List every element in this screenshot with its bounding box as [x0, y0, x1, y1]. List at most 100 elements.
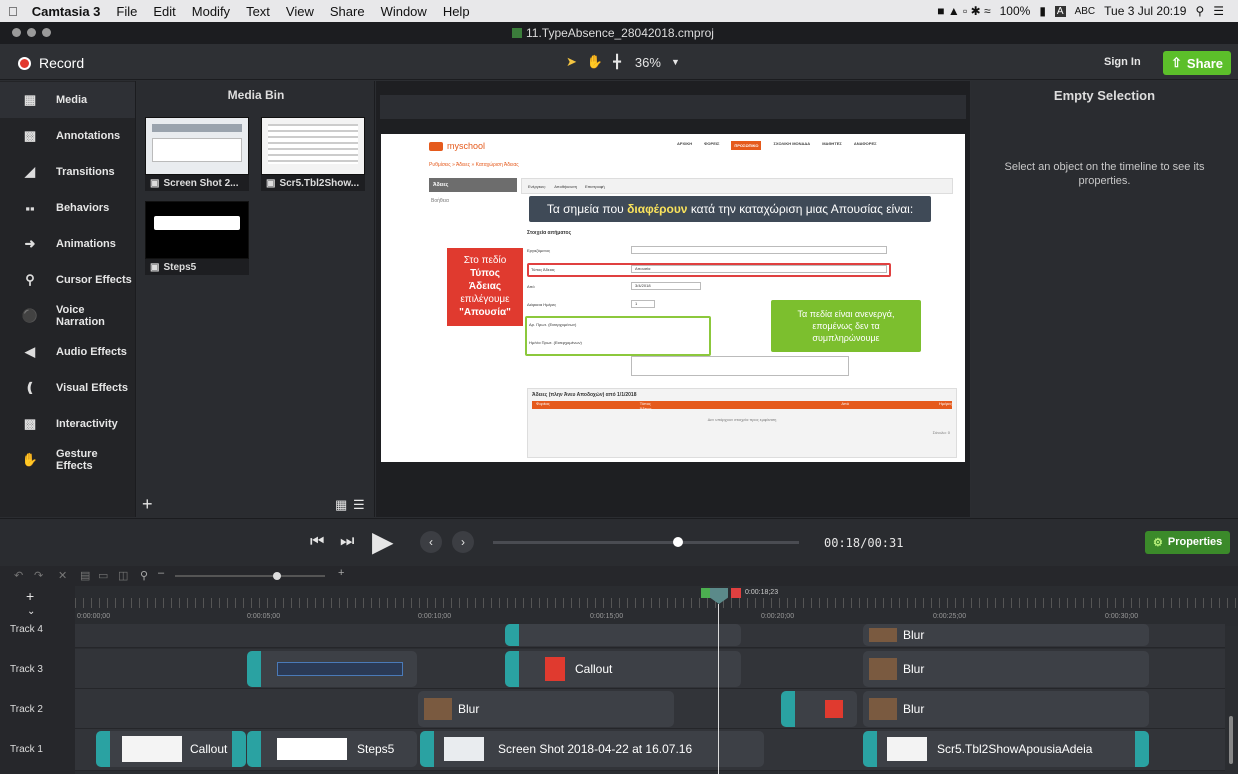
battery-percent[interactable]: 100%	[1000, 4, 1031, 18]
clip-blur[interactable]: Blur	[863, 651, 1149, 687]
clip-handle[interactable]	[420, 731, 434, 767]
clip-blur[interactable]: Blur	[418, 691, 674, 727]
media-thumbnail[interactable]	[145, 117, 249, 175]
menu-modify[interactable]: Modify	[184, 4, 238, 19]
in-point-marker[interactable]	[701, 588, 711, 598]
clip-callout[interactable]	[781, 691, 857, 727]
menu-text[interactable]: Text	[238, 4, 278, 19]
track-2[interactable]: Blur Blur	[75, 689, 1225, 729]
clip[interactable]	[505, 624, 741, 646]
nav-item-media[interactable]: ▦ Media	[0, 82, 135, 118]
menu-window[interactable]: Window	[373, 4, 435, 19]
slide-screenshot[interactable]: myschool ΑΡΧΙΚΗ ΦΟΡΕΙΣ ΠΡΟΣΩΠΙΚΟ ΣΧΟΛΙΚΗ…	[381, 134, 965, 462]
play-icon[interactable]: ▶	[372, 525, 394, 558]
media-thumbnail[interactable]	[261, 117, 365, 175]
chevron-down-icon[interactable]: ▼	[671, 57, 680, 67]
menu-file[interactable]: File	[108, 4, 145, 19]
nav-item-animations[interactable]: ➜ Animations	[0, 226, 135, 262]
share-button[interactable]: ⇧ Share	[1163, 51, 1232, 75]
list-view-icon[interactable]: ☰	[353, 497, 365, 513]
list-icon[interactable]: ☰	[1213, 4, 1224, 18]
split-icon[interactable]: ◫	[118, 569, 128, 582]
out-point-marker[interactable]	[731, 588, 741, 598]
media-item-label[interactable]: ▣ Scr5.Tbl2Show...	[261, 175, 365, 191]
clip-callout[interactable]	[247, 651, 417, 687]
media-item-label[interactable]: ▣ Screen Shot 2...	[145, 175, 249, 191]
menu-help[interactable]: Help	[435, 4, 478, 19]
clip-blur[interactable]: Blur	[863, 691, 1149, 727]
clip-handle[interactable]	[505, 624, 519, 646]
clip-handle[interactable]	[96, 731, 110, 767]
window-controls[interactable]	[12, 28, 51, 37]
step-back-icon[interactable]: ⏮	[310, 533, 324, 551]
callout-preview	[277, 662, 403, 676]
clip-screenshot[interactable]: Scr5.Tbl2ShowApousiaAdeia	[863, 731, 1149, 767]
cut-icon[interactable]: ✕	[58, 569, 67, 582]
apple-icon[interactable]: 	[0, 4, 26, 19]
app-menu[interactable]: Camtasia 3	[26, 4, 109, 19]
nav-item-gesture-effects[interactable]: ✋ Gesture Effects	[0, 442, 135, 478]
status-icons[interactable]: ■ ▲ ▫ ✱ ≈	[937, 4, 990, 18]
paste-icon[interactable]: ▭	[98, 569, 108, 582]
nav-item-interactivity[interactable]: ▩ Interactivity	[0, 406, 135, 442]
clip-blur[interactable]: Blur	[863, 624, 1149, 646]
record-button[interactable]: Record	[18, 55, 84, 71]
nav-item-transitions[interactable]: ◢ Transitions	[0, 154, 135, 190]
zoom-in-icon[interactable]: +	[338, 567, 344, 579]
track-1[interactable]: Callout Steps5 Screen Shot 2018-04-22 at…	[75, 729, 1225, 771]
zoom-icon[interactable]: ⚲	[140, 569, 148, 582]
timeline-ruler[interactable]: 0:00:00;00 0:00:05;00 0:00:10;00 0:00:15…	[75, 586, 1238, 626]
menu-view[interactable]: View	[278, 4, 322, 19]
input-source-icon[interactable]: A	[1054, 5, 1066, 17]
vertical-scrollbar[interactable]	[1229, 716, 1233, 764]
copy-icon[interactable]: ▤	[80, 569, 90, 582]
media-item-label[interactable]: ▣ Steps5	[145, 259, 249, 275]
clip-handle[interactable]	[247, 731, 261, 767]
zoom-select[interactable]: 36%	[635, 55, 661, 70]
clip-handle[interactable]	[1135, 731, 1149, 767]
step-forward-icon[interactable]: ⏭	[340, 533, 354, 551]
next-marker-icon[interactable]: ›	[452, 531, 474, 553]
clip-callout[interactable]: Callout	[96, 731, 246, 767]
add-track-icon[interactable]: +	[26, 588, 34, 604]
nav-item-visual-effects[interactable]: ❪ Visual Effects	[0, 370, 135, 406]
zoom-slider-handle[interactable]	[273, 572, 281, 580]
zoom-out-icon[interactable]: –	[158, 567, 164, 579]
nav-item-cursor-effects[interactable]: ⚲ Cursor Effects	[0, 262, 135, 298]
grid-view-icon[interactable]: ▦	[335, 497, 347, 513]
clip-callout[interactable]: Callout	[505, 651, 741, 687]
battery-icon[interactable]: ▮	[1039, 4, 1046, 18]
nav-item-audio-effects[interactable]: ◀ Audio Effects	[0, 334, 135, 370]
menu-edit[interactable]: Edit	[145, 4, 183, 19]
undo-icon[interactable]: ↶	[14, 569, 23, 582]
arrow-tool-icon[interactable]: ➤	[566, 54, 577, 70]
redo-icon[interactable]: ↷	[34, 569, 43, 582]
track-4[interactable]: Blur	[75, 624, 1225, 648]
input-source[interactable]: ABC	[1075, 6, 1096, 17]
nav-item-voice-narration[interactable]: ⚫ Voice Narration	[0, 298, 135, 334]
sign-in-button[interactable]: Sign In	[1104, 56, 1141, 68]
collapse-icon[interactable]: ⌄	[27, 606, 35, 617]
nav-item-behaviors[interactable]: ▪▪ Behaviors	[0, 190, 135, 226]
clip-handle[interactable]	[863, 731, 877, 767]
clip-screenshot[interactable]: Screen Shot 2018-04-22 at 16.07.16	[420, 731, 764, 767]
media-thumbnail[interactable]	[145, 201, 249, 259]
scrubber-handle[interactable]	[673, 537, 683, 547]
prev-marker-icon[interactable]: ‹	[420, 531, 442, 553]
nav-item-annotations[interactable]: ▩ Annotations	[0, 118, 135, 154]
clip-handle[interactable]	[781, 691, 795, 727]
menu-share[interactable]: Share	[322, 4, 373, 19]
clip-steps[interactable]: Steps5	[247, 731, 417, 767]
clip-handle[interactable]	[505, 651, 519, 687]
crop-tool-icon[interactable]: ╋	[613, 54, 621, 70]
track-3[interactable]: Callout Blur	[75, 649, 1225, 689]
clip-handle[interactable]	[232, 731, 246, 767]
clock[interactable]: Tue 3 Jul 20:19	[1104, 4, 1186, 18]
zoom-slider[interactable]	[175, 575, 325, 577]
scrubber-track[interactable]	[493, 541, 799, 544]
clip-handle[interactable]	[247, 651, 261, 687]
add-media-icon[interactable]: +	[142, 494, 153, 515]
properties-button[interactable]: ⚙ Properties	[1145, 531, 1231, 554]
hand-tool-icon[interactable]: ✋	[587, 54, 603, 70]
spotlight-icon[interactable]: ⚲	[1195, 4, 1204, 18]
